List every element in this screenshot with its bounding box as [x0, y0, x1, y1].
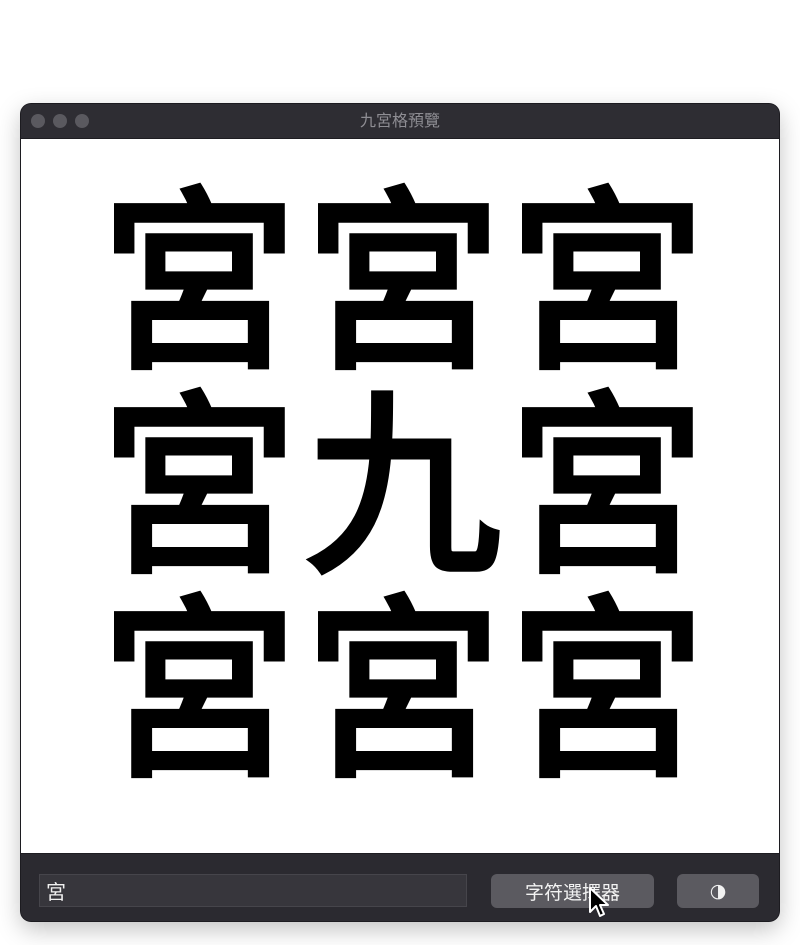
grid-cell-top-right: 宮: [508, 169, 705, 399]
title-bar[interactable]: 九宮格預覽: [21, 104, 779, 139]
grid-cell-top-center: 宮: [304, 169, 501, 399]
grid-cell-top-left: 宮: [100, 169, 297, 399]
grid-cell-center: 九: [304, 373, 501, 603]
grid-cell-bottom-right: 宮: [508, 577, 705, 807]
grid-cell-middle-left: 宮: [100, 373, 297, 603]
grid-cell-bottom-left: 宮: [100, 577, 297, 807]
pointer-cursor-icon: [589, 887, 609, 917]
preview-window: 九宮格預覽 宮 宮 宮 宮 九 宮 宮 宮 宮 字符選擇器 ◑: [21, 104, 779, 921]
character-picker-button[interactable]: 字符選擇器: [491, 874, 654, 908]
bottom-toolbar: 字符選擇器 ◑: [21, 853, 779, 921]
grid-cell-middle-right: 宮: [508, 373, 705, 603]
character-input[interactable]: [39, 874, 467, 907]
contrast-icon: ◑: [709, 880, 727, 902]
nine-grid: 宮 宮 宮 宮 九 宮 宮 宮 宮: [97, 182, 709, 794]
preview-canvas: 宮 宮 宮 宮 九 宮 宮 宮 宮: [21, 139, 779, 853]
contrast-toggle-button[interactable]: ◑: [677, 874, 759, 908]
window-title: 九宮格預覽: [359, 111, 440, 130]
grid-cell-bottom-center: 宮: [304, 577, 501, 807]
